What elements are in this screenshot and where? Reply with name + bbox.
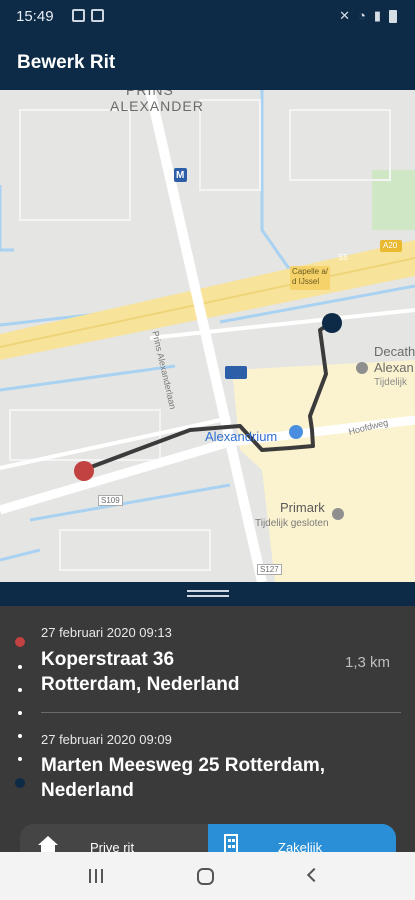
end-marker [322,313,342,333]
page-title: Bewerk Rit [17,52,116,73]
image-notification-icon [72,9,85,22]
highway-shield: A20 [383,241,398,250]
status-time: 15:49 [16,8,54,25]
home-button[interactable] [197,868,214,885]
grip-line [187,590,229,592]
map-label-primark-status: Tijdelijk gesloten [255,518,329,529]
back-button[interactable] [306,867,322,883]
building-icon [224,834,238,854]
map-label-decathlon: Decath [374,344,415,359]
app-notification-icon [91,9,104,22]
system-nav-bar [0,852,415,900]
private-trip-button[interactable]: Prive rit [20,824,208,854]
app-bar: Bewerk Rit [0,33,415,90]
path-dot [18,665,22,669]
business-trip-button[interactable]: Zakelijk [208,824,396,854]
map-label-primark: Primark [280,500,325,515]
trip-details: 27 februari 2020 09:13 Koperstraat 36 Ro… [0,606,415,852]
station-label: Capelle a/ [292,267,329,276]
start-dot [15,637,25,647]
start-address-line2: Rotterdam, Nederland [41,674,240,695]
path-dot [18,711,22,715]
end-address-line1: Marten Meesweg 25 Rotterdam, [41,755,326,776]
end-address-line2: Nederland [41,780,134,801]
bottom-sheet-handle[interactable] [0,582,415,606]
mute-icon: ✕ [339,8,350,23]
start-address-line1: Koperstraat 36 [41,649,175,670]
highway-code: S5 [338,253,348,262]
map-label-district: PRINS [126,90,174,98]
notification-icons [72,9,104,22]
recent-apps-button[interactable] [89,869,105,883]
status-bar: 15:49 ✕ ◔ ▮ [0,0,415,33]
map-canvas [0,90,415,582]
road-shield-s127: S127 [257,564,282,575]
grip-line [187,595,229,597]
station-label-2: d IJssel [292,277,320,286]
path-dot [18,757,22,761]
route-map[interactable]: PRINS ALEXANDER M Prins Alexanderlaan A2… [0,90,415,582]
battery-icon [389,9,397,23]
road-shield-s109: S109 [98,495,123,506]
metro-sign: M [176,170,185,181]
start-datetime: 27 februari 2020 09:13 [41,625,172,640]
start-marker [74,461,94,481]
wifi-icon: ◔ [357,8,366,23]
path-dot [18,688,22,692]
end-dot [15,778,25,788]
end-datetime: 27 februari 2020 09:09 [41,732,172,747]
map-label-district-2: ALEXANDER [110,98,204,114]
path-dot [18,734,22,738]
map-label-decathlon-status: Tijdelijk [374,377,407,388]
system-icons: ✕ ◔ ▮ [339,8,397,24]
divider [41,712,401,713]
map-label-decathlon-2: Alexan [374,360,414,375]
map-label-alexandrium: Alexandrium [205,429,278,444]
trip-type-toggle: Prive rit Zakelijk [20,824,396,854]
signal-icon: ▮ [373,8,381,23]
trip-distance: 1,3 km [344,654,390,671]
